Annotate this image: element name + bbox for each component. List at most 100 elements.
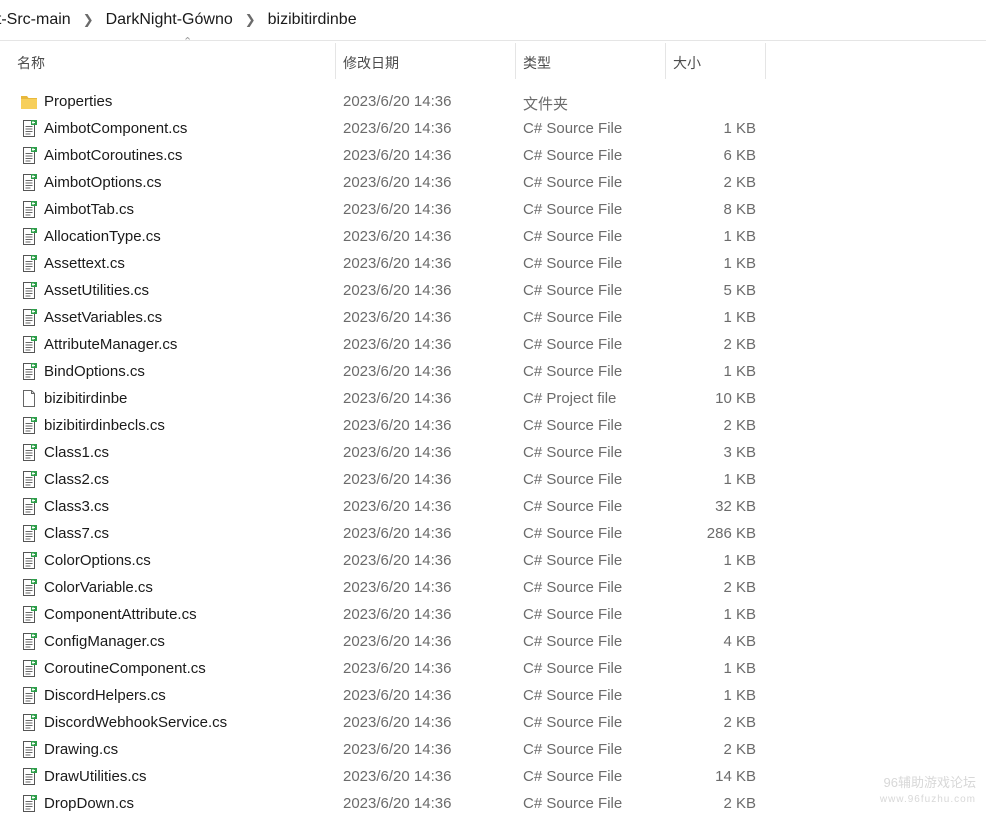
file-date: 2023/6/20 14:36: [343, 336, 452, 353]
cs-file-icon: [21, 498, 37, 515]
file-type: C# Source File: [523, 471, 623, 488]
file-row[interactable]: Properties 2023/6/20 14:36 文件夹: [0, 88, 986, 115]
file-date: 2023/6/20 14:36: [343, 660, 452, 677]
cs-file-icon: [21, 120, 37, 137]
file-row[interactable]: Class1.cs 2023/6/20 14:36 C# Source File 3 …: [0, 439, 986, 466]
file-type: C# Source File: [523, 552, 623, 569]
cs-file-icon: [21, 606, 37, 623]
file-row[interactable]: Drawing.cs 2023/6/20 14:36 C# Source File 2…: [0, 736, 986, 763]
file-size: 286 KB: [706, 525, 756, 542]
file-date: 2023/6/20 14:36: [343, 579, 452, 596]
column-header-date[interactable]: 修改日期: [336, 43, 516, 79]
cs-file-icon: [21, 417, 37, 434]
file-row[interactable]: AssetVariables.cs 2023/6/20 14:36 C# Sourc…: [0, 304, 986, 331]
file-type: C# Source File: [523, 363, 623, 380]
file-size: 3 KB: [723, 444, 756, 461]
column-header-size[interactable]: 大小: [666, 43, 766, 79]
chevron-right-icon[interactable]: ❯: [237, 12, 264, 28]
file-size: 1 KB: [723, 255, 756, 272]
file-type: C# Source File: [523, 201, 623, 218]
breadcrumb-item[interactable]: ht-Src-main: [0, 11, 75, 29]
file-row[interactable]: bizibitirdinbecls.cs 2023/6/20 14:36 C# So…: [0, 412, 986, 439]
file-size: 14 KB: [715, 768, 756, 785]
file-name: CoroutineComponent.cs: [44, 660, 206, 677]
file-row[interactable]: ColorVariable.cs 2023/6/20 14:36 C# Source…: [0, 574, 986, 601]
breadcrumb-item[interactable]: bizibitirdinbe: [264, 11, 361, 29]
file-date: 2023/6/20 14:36: [343, 201, 452, 218]
file-row[interactable]: AimbotOptions.cs 2023/6/20 14:36 C# Source…: [0, 169, 986, 196]
file-row[interactable]: ComponentAttribute.cs 2023/6/20 14:36 C# S…: [0, 601, 986, 628]
cs-file-icon: [21, 579, 37, 596]
cs-file-icon: [21, 174, 37, 191]
file-date: 2023/6/20 14:36: [343, 282, 452, 299]
file-type: C# Source File: [523, 336, 623, 353]
column-header-name[interactable]: ⌃ 名称: [10, 36, 336, 79]
file-type: C# Source File: [523, 255, 623, 272]
cs-file-icon: [21, 336, 37, 353]
file-type: C# Source File: [523, 606, 623, 623]
file-type: C# Source File: [523, 714, 623, 731]
cs-file-icon: [21, 552, 37, 569]
file-name: Class3.cs: [44, 498, 110, 515]
cs-file-icon: [21, 741, 37, 758]
file-size: 1 KB: [723, 363, 756, 380]
column-header-label: 大小: [673, 55, 701, 71]
file-size: 1 KB: [723, 660, 756, 677]
file-date: 2023/6/20 14:36: [343, 93, 452, 110]
file-size: 10 KB: [715, 390, 756, 407]
file-name: Class7.cs: [44, 525, 110, 542]
cs-file-icon: [21, 471, 37, 488]
cs-file-icon: [21, 444, 37, 461]
file-date: 2023/6/20 14:36: [343, 309, 452, 326]
file-size: 2 KB: [723, 579, 756, 596]
file-row[interactable]: CoroutineComponent.cs 2023/6/20 14:36 C# S…: [0, 655, 986, 682]
file-date: 2023/6/20 14:36: [343, 795, 452, 812]
file-size: 2 KB: [723, 174, 756, 191]
file-row[interactable]: DropDown.cs 2023/6/20 14:36 C# Source File…: [0, 790, 986, 817]
sort-up-icon: ⌃: [183, 36, 193, 48]
cs-file-icon: [21, 525, 37, 542]
file-size: 1 KB: [723, 471, 756, 488]
cs-file-icon: [21, 633, 37, 650]
file-row[interactable]: AllocationType.cs 2023/6/20 14:36 C# Sourc…: [0, 223, 986, 250]
file-type: C# Source File: [523, 687, 623, 704]
file-name: BindOptions.cs: [44, 363, 145, 380]
file-row[interactable]: ConfigManager.cs 2023/6/20 14:36 C# Source…: [0, 628, 986, 655]
file-row[interactable]: Class3.cs 2023/6/20 14:36 C# Source File 32…: [0, 493, 986, 520]
file-row[interactable]: BindOptions.cs 2023/6/20 14:36 C# Source F…: [0, 358, 986, 385]
file-row[interactable]: AimbotComponent.cs 2023/6/20 14:36 C# Sour…: [0, 115, 986, 142]
breadcrumb-item[interactable]: DarkNight-Gówno: [102, 11, 237, 29]
file-row[interactable]: ColorOptions.cs 2023/6/20 14:36 C# Source …: [0, 547, 986, 574]
file-row[interactable]: DrawUtilities.cs 2023/6/20 14:36 C# Source…: [0, 763, 986, 790]
file-name: AssetUtilities.cs: [44, 282, 150, 299]
file-name: ColorOptions.cs: [44, 552, 151, 569]
column-header-label: 类型: [523, 55, 551, 71]
file-row[interactable]: Assettext.cs 2023/6/20 14:36 C# Source Fil…: [0, 250, 986, 277]
file-row[interactable]: AssetUtilities.cs 2023/6/20 14:36 C# Sourc…: [0, 277, 986, 304]
file-row[interactable]: DiscordWebhookService.cs 2023/6/20 14:36 C…: [0, 709, 986, 736]
file-date: 2023/6/20 14:36: [343, 255, 452, 272]
file-name: DrawUtilities.cs: [44, 768, 147, 785]
file-type: C# Source File: [523, 660, 623, 677]
file-row[interactable]: Class7.cs 2023/6/20 14:36 C# Source File 28…: [0, 520, 986, 547]
file-name: Class1.cs: [44, 444, 110, 461]
file-row[interactable]: DiscordHelpers.cs 2023/6/20 14:36 C# Sourc…: [0, 682, 986, 709]
file-name: AttributeManager.cs: [44, 336, 178, 353]
file-size: 1 KB: [723, 228, 756, 245]
file-row[interactable]: bizibitirdinbe 2023/6/20 14:36 C# Project …: [0, 385, 986, 412]
file-size: 1 KB: [723, 687, 756, 704]
file-row[interactable]: AimbotTab.cs 2023/6/20 14:36 C# Source Fil…: [0, 196, 986, 223]
file-name: Properties: [44, 93, 113, 110]
file-date: 2023/6/20 14:36: [343, 714, 452, 731]
chevron-right-icon[interactable]: ❯: [75, 12, 102, 28]
file-size: 2 KB: [723, 417, 756, 434]
file-size: 1 KB: [723, 309, 756, 326]
column-header-type[interactable]: 类型: [516, 43, 666, 79]
file-row[interactable]: AttributeManager.cs 2023/6/20 14:36 C# Sou…: [0, 331, 986, 358]
file-date: 2023/6/20 14:36: [343, 120, 452, 137]
file-row[interactable]: AimbotCoroutines.cs 2023/6/20 14:36 C# Sou…: [0, 142, 986, 169]
file-date: 2023/6/20 14:36: [343, 471, 452, 488]
file-date: 2023/6/20 14:36: [343, 633, 452, 650]
file-row[interactable]: Class2.cs 2023/6/20 14:36 C# Source File 1 …: [0, 466, 986, 493]
blank-file-icon: [21, 390, 37, 407]
